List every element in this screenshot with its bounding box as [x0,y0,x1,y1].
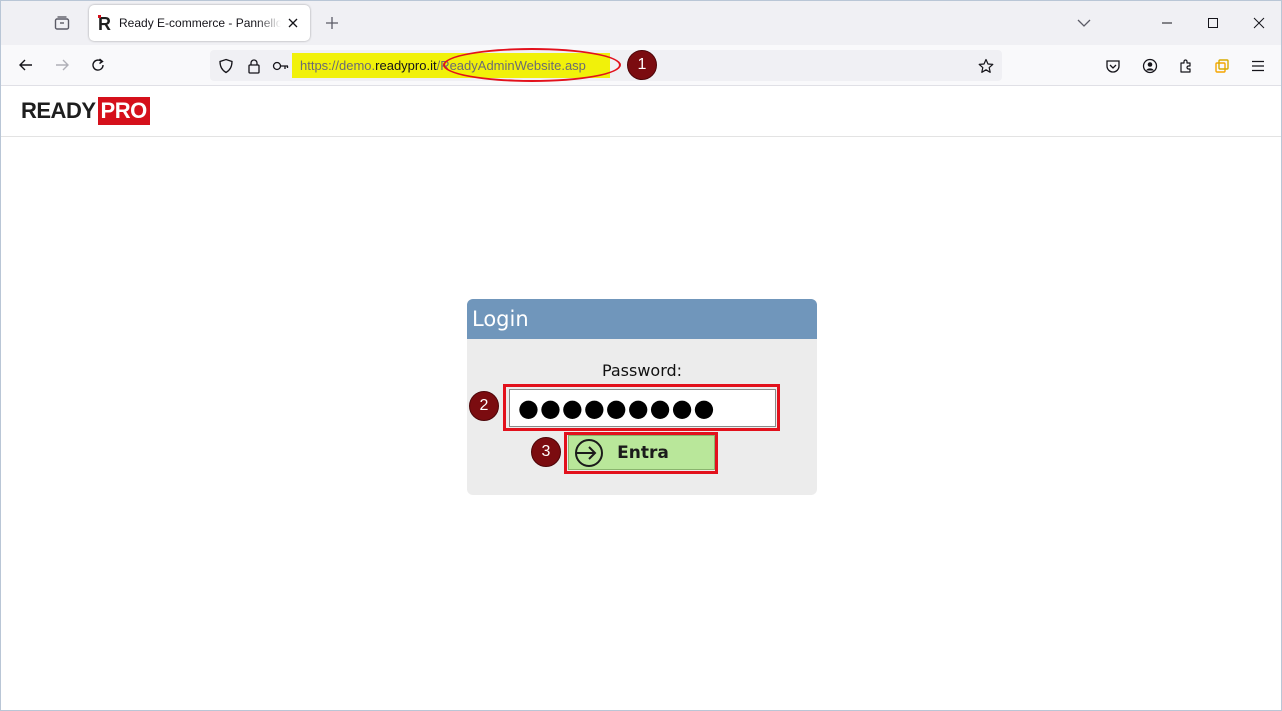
login-title: Login [472,307,529,331]
plus-icon[interactable] [320,10,344,36]
close-icon[interactable] [283,13,303,33]
browser-window: R Ready E-commerce - Pannello di amminis… [0,0,1282,711]
minimize-icon[interactable] [1144,5,1190,41]
readypro-favicon: R [97,14,115,34]
forward-icon[interactable] [48,51,76,79]
multi-account-icon[interactable] [1210,54,1234,78]
tab-title: Ready E-commerce - Pannello di amministr… [119,16,281,30]
reload-icon[interactable] [84,51,112,79]
readypro-logo[interactable]: READY PRO [21,97,150,125]
url-prefix: https://demo. [300,58,376,73]
window-close-icon[interactable] [1236,5,1281,41]
logo-ready-text: READY [21,98,96,123]
url-domain: readypro.it [375,58,437,73]
password-input[interactable]: ●●●●●●●●● [509,389,776,427]
pocket-icon[interactable] [1101,54,1125,78]
tab-list-icon[interactable] [49,10,75,36]
active-tab[interactable]: R Ready E-commerce - Pannello di amminis… [89,5,310,41]
extensions-icon[interactable] [1174,54,1198,78]
url-path-oval-annotation [443,48,621,82]
maximize-icon[interactable] [1190,5,1236,41]
back-icon[interactable] [12,51,40,79]
tab-bar: R Ready E-commerce - Pannello di amminis… [1,1,1281,45]
shield-icon[interactable] [217,57,235,75]
step-marker-2: 2 [469,391,499,421]
star-icon[interactable] [976,56,996,76]
menu-icon[interactable] [1246,54,1270,78]
login-header: Login [467,299,817,339]
login-arrow-icon [573,438,605,468]
step-marker-3: 3 [531,437,561,467]
logo-pro-text: PRO [97,97,150,125]
lock-icon[interactable] [245,57,263,75]
site-header: READY PRO [1,86,1281,137]
entra-button-label: Entra [617,443,669,463]
entra-button[interactable]: Entra [568,435,715,470]
account-icon[interactable] [1138,54,1162,78]
step-marker-1: 1 [627,50,657,80]
chevron-down-icon[interactable] [1071,10,1097,36]
key-icon[interactable] [272,57,290,75]
password-label: Password: [601,361,683,380]
